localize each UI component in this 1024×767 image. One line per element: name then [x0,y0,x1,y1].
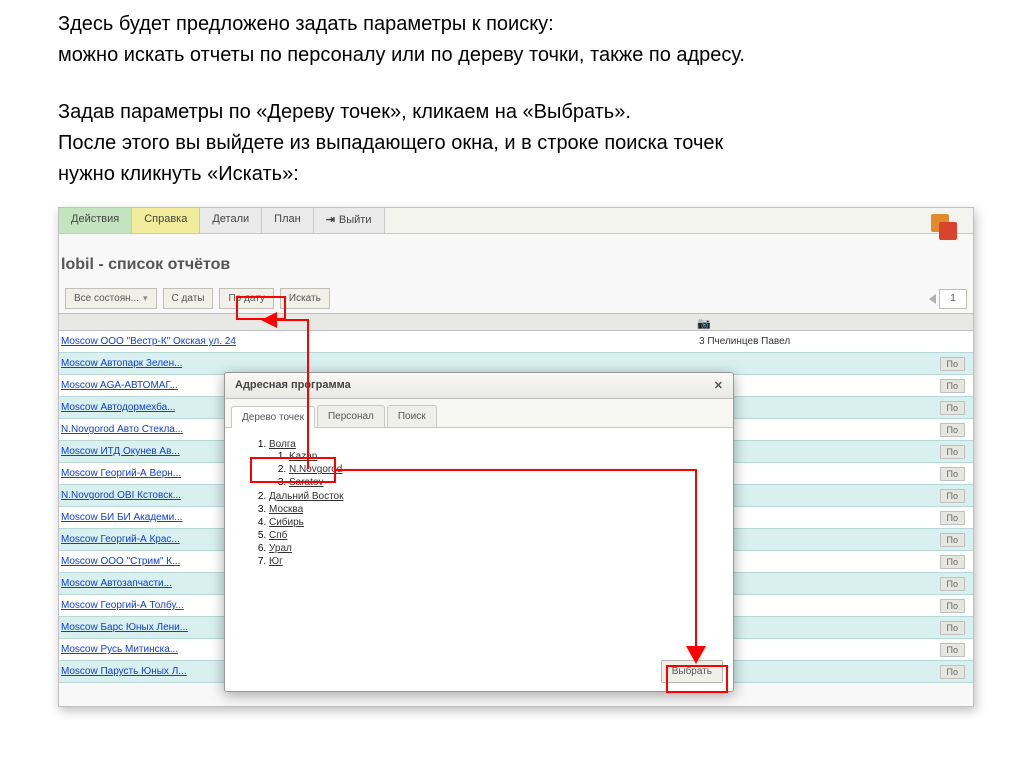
po-button[interactable]: По [940,533,965,547]
tree-panel: Волга Kazan N.Novgorod Saratov Дальний В… [225,428,733,576]
menu-reference[interactable]: Справка [132,208,200,233]
po-button[interactable]: По [940,599,965,613]
search-button[interactable]: Искать [280,288,330,309]
table-row[interactable]: Moscow ООО "Вестр-К" Окская ул. 24 3 Пче… [59,331,973,353]
po-button[interactable]: По [940,401,965,415]
po-button[interactable]: По [940,379,965,393]
filter-state-dropdown[interactable]: Все состоян... [65,288,157,309]
menu-details[interactable]: Детали [200,208,262,233]
po-button[interactable]: По [940,577,965,591]
tree-node-ural[interactable]: Урал [269,543,292,554]
select-button[interactable]: Выбрать [661,660,723,683]
tab-search[interactable]: Поиск [387,405,437,427]
po-button[interactable]: По [940,489,965,503]
app-window: Действия Справка Детали План ⇥Выйти lobi… [58,207,974,707]
modal-title: Адресная программа [235,379,351,392]
count-cell: 3 Пчелинцев Павел [699,336,790,347]
exit-icon: ⇥ [326,214,335,226]
top-menu: Действия Справка Детали План ⇥Выйти [59,208,973,234]
po-button[interactable]: По [940,511,965,525]
page-prev-icon[interactable] [929,294,936,304]
menu-plan[interactable]: План [262,208,314,233]
page-title: lobil - список отчётов [59,234,973,288]
close-icon[interactable]: ✕ [714,379,723,392]
tree-node-south[interactable]: Юг [269,556,283,567]
intro-line-4: После этого вы выйдете из выпадающего ок… [58,129,974,158]
page-number[interactable]: 1 [939,289,967,309]
app-logo [927,210,957,240]
po-button[interactable]: По [940,621,965,635]
tree-node-saratov[interactable]: Saratov [289,477,323,488]
intro-line-3: Задав параметры по «Дереву точек», клика… [58,98,974,127]
intro-line-2: можно искать отчеты по персоналу или по … [58,41,974,70]
filter-bar: Все состоян... С даты По дату Искать 1 [59,288,973,313]
po-button[interactable]: По [940,555,965,569]
filter-to-date[interactable]: По дату [219,288,273,309]
tree-node-siberia[interactable]: Сибирь [269,517,304,528]
tree-node-kazan[interactable]: Kazan [289,451,317,462]
tab-tree[interactable]: Дерево точек [231,406,315,428]
po-button[interactable]: По [940,467,965,481]
po-button[interactable]: По [940,357,965,371]
modal-header: Адресная программа ✕ [225,373,733,399]
tab-personnel[interactable]: Персонал [317,405,385,427]
tree-node-nnovgorod[interactable]: N.Novgorod [289,464,342,475]
tree-node-far-east[interactable]: Дальний Восток [269,491,344,502]
filter-from-date[interactable]: С даты [163,288,214,309]
instruction-text: Здесь будет предложено задать параметры … [58,0,974,207]
tree-node-volga[interactable]: Волга [269,439,296,450]
table-header: 📷 [59,313,973,331]
po-button[interactable]: По [940,445,965,459]
menu-exit[interactable]: ⇥Выйти [314,208,385,233]
po-button[interactable]: По [940,665,965,679]
intro-line-1: Здесь будет предложено задать параметры … [58,10,974,39]
address-program-modal: Адресная программа ✕ Дерево точек Персон… [224,372,734,692]
po-button[interactable]: По [940,423,965,437]
po-button[interactable]: По [940,643,965,657]
tree-node-spb[interactable]: Спб [269,530,287,541]
camera-icon: 📷 [697,317,711,330]
intro-line-5: нужно кликнуть «Искать»: [58,160,974,189]
tree-node-moscow[interactable]: Москва [269,504,303,515]
modal-tabs: Дерево точек Персонал Поиск [225,399,733,428]
menu-actions[interactable]: Действия [59,208,132,233]
